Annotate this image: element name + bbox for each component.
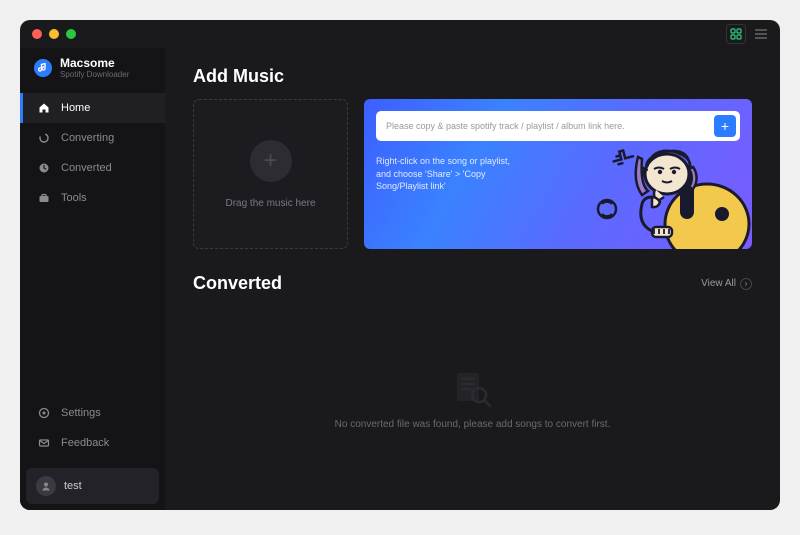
traffic-lights [32,29,76,39]
view-all-label: View All [701,278,736,289]
add-link-button[interactable]: + [714,115,736,137]
app-window: Macsome Spotify Downloader Home Converti… [20,20,780,510]
sidebar-item-label: Tools [61,192,87,204]
sidebar-item-label: Converting [61,132,114,144]
maximize-icon[interactable] [66,29,76,39]
empty-file-search-icon [449,369,497,409]
dropzone-label: Drag the music here [225,198,315,209]
sidebar-item-converting[interactable]: Converting [20,123,165,153]
sidebar-item-settings[interactable]: Settings [20,398,165,428]
close-icon[interactable] [32,29,42,39]
dropzone[interactable]: + Drag the music here [193,99,348,249]
brand-name: Macsome [60,56,129,70]
empty-message: No converted file was found, please add … [335,419,611,430]
link-tip: Right-click on the song or playlist, and… [376,155,526,193]
sidebar-item-label: Converted [61,162,112,174]
view-all-button[interactable]: View All › [701,278,752,290]
sidebar-item-label: Settings [61,407,101,419]
link-input-wrap[interactable]: Please copy & paste spotify track / play… [376,111,740,141]
user-name: test [64,480,82,492]
sidebar-item-converted[interactable]: Converted [20,153,165,183]
main: Add Music + Drag the music here Please c… [165,48,780,510]
home-icon [37,101,51,115]
section-title-converted: Converted [193,273,282,294]
avatar-icon [36,476,56,496]
sidebar-item-home[interactable]: Home [20,93,165,123]
sidebar-item-label: Home [61,102,90,114]
sidebar: Macsome Spotify Downloader Home Converti… [20,48,165,510]
gear-icon [37,406,51,420]
titlebar [20,20,780,48]
link-input-placeholder: Please copy & paste spotify track / play… [386,121,714,131]
brand: Macsome Spotify Downloader [20,48,165,93]
nav: Home Converting Converted Tools [20,93,165,213]
chevron-right-icon: › [740,278,752,290]
bottom-nav: Settings Feedback [20,398,165,458]
hero-illustration [552,139,752,249]
sidebar-item-feedback[interactable]: Feedback [20,428,165,458]
empty-state: No converted file was found, please add … [193,302,752,496]
spinner-icon [37,131,51,145]
section-title-add-music: Add Music [193,66,752,87]
clock-icon [37,161,51,175]
hamburger-menu-icon[interactable] [754,28,768,40]
sidebar-item-tools[interactable]: Tools [20,183,165,213]
link-hero: Please copy & paste spotify track / play… [364,99,752,249]
sidebar-item-label: Feedback [61,437,109,449]
minimize-icon[interactable] [49,29,59,39]
plus-icon: + [250,140,292,182]
mail-icon [37,436,51,450]
user-card[interactable]: test [26,468,159,504]
briefcase-icon [37,191,51,205]
brand-subtitle: Spotify Downloader [60,70,129,79]
brand-logo-icon [34,59,52,77]
grid-view-button[interactable] [726,24,746,44]
